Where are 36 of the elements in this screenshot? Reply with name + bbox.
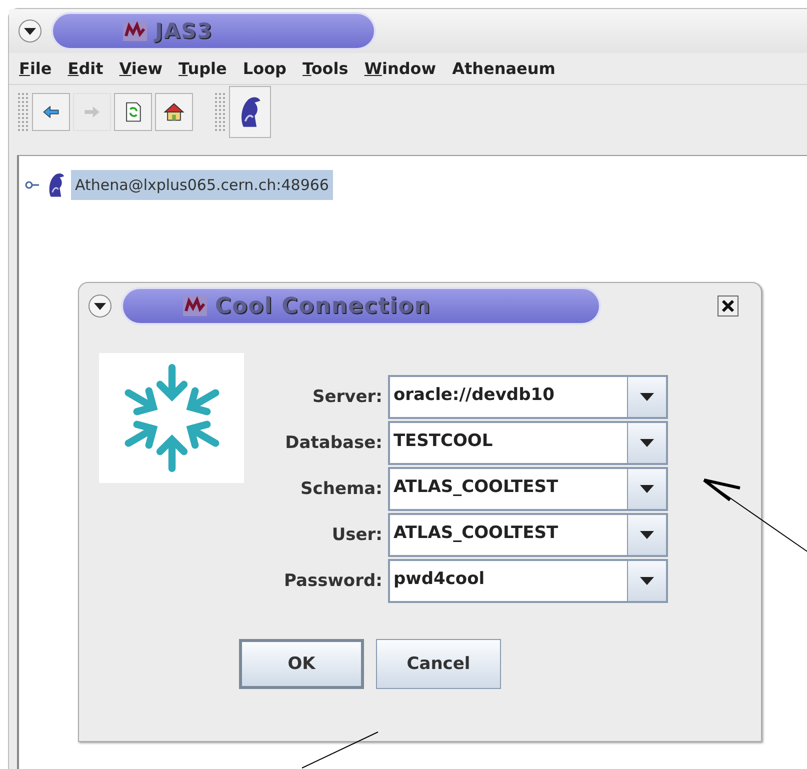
menu-item[interactable]: Window — [364, 59, 436, 78]
refresh-button[interactable] — [114, 93, 152, 131]
menu-item[interactable]: Athenaeum — [452, 59, 556, 78]
dialog-button[interactable]: OK — [239, 639, 364, 689]
field-label: Database: — [284, 433, 382, 453]
menu-item[interactable]: View — [119, 59, 163, 78]
app-icon — [183, 296, 207, 316]
combo-box[interactable]: ATLAS_COOLTEST — [388, 467, 668, 511]
menu-item[interactable]: Edit — [68, 59, 104, 78]
back-button[interactable] — [32, 93, 70, 131]
field-label: Schema: — [300, 479, 382, 499]
house-icon — [163, 101, 185, 123]
tree-handle-icon[interactable] — [25, 180, 41, 190]
home-button[interactable] — [155, 93, 193, 131]
field-label: Password: — [284, 571, 382, 591]
field-label: User: — [330, 525, 382, 545]
toolbar-grip[interactable] — [214, 92, 226, 132]
menu-item[interactable]: Tools — [302, 59, 348, 78]
menu-item[interactable]: Tuple — [178, 59, 227, 78]
app-icon — [123, 21, 147, 41]
combo-box[interactable]: TESTCOOL — [388, 421, 668, 465]
window-title: JAS3 — [155, 19, 213, 43]
field-label: Server: — [312, 387, 382, 407]
toolbar-grip[interactable] — [17, 92, 29, 132]
window-menu-icon[interactable] — [17, 18, 43, 44]
close-icon[interactable] — [717, 295, 739, 317]
dialog-title: Cool Connection — [215, 294, 431, 318]
combo-box[interactable]: oracle://devdb10 — [388, 375, 668, 419]
combo-box[interactable]: pwd4cool — [388, 559, 668, 603]
menu-item[interactable]: File — [19, 59, 52, 78]
combo-box[interactable]: ATLAS_COOLTEST — [388, 513, 668, 557]
helmet-button[interactable] — [229, 86, 271, 138]
window-menu-icon[interactable] — [87, 293, 113, 319]
dialog-button[interactable]: Cancel — [376, 639, 501, 689]
menu-item[interactable]: Loop — [242, 59, 287, 78]
tree-node[interactable]: Athena@lxplus065.cern.ch:48966 — [71, 170, 333, 200]
